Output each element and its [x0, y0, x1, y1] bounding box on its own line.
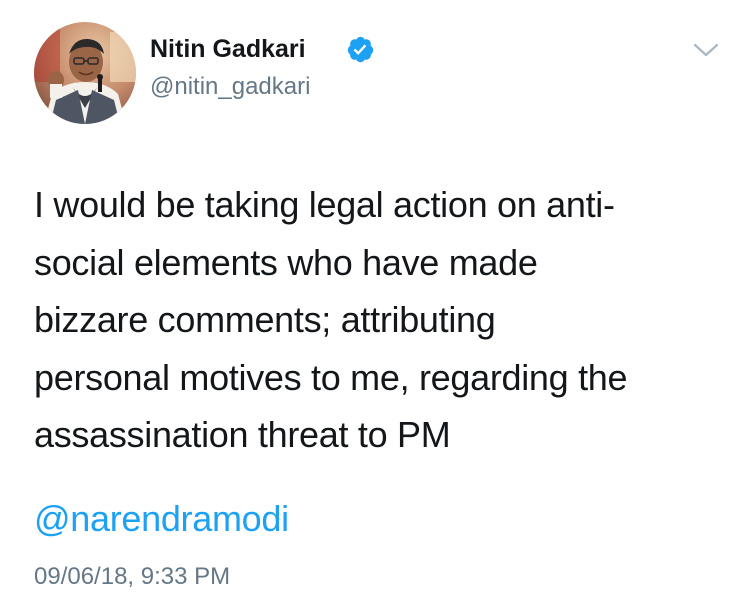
- tweet-card: Nitin Gadkari @nitin_gadkari I would be …: [0, 0, 744, 612]
- verified-badge-icon: [347, 36, 374, 63]
- tweet-text-line: assassination threat to PM: [34, 414, 451, 455]
- author-handle[interactable]: @nitin_gadkari: [150, 72, 310, 102]
- author-avatar[interactable]: [34, 22, 136, 124]
- chevron-down-icon[interactable]: [692, 40, 720, 60]
- tweet-text-line: I would be taking legal action on anti-: [34, 184, 615, 225]
- tweet-text: I would be taking legal action on anti- …: [34, 176, 724, 464]
- author-display-name[interactable]: Nitin Gadkari: [150, 34, 306, 64]
- tweet-text-line: bizzare comments; attributing: [34, 299, 496, 340]
- mention-link[interactable]: @narendramodi: [34, 490, 289, 548]
- avatar-photo: [34, 22, 136, 124]
- tweet-timestamp[interactable]: 09/06/18, 9:33 PM: [34, 562, 230, 592]
- tweet-text-line: social elements who have made: [34, 241, 538, 283]
- tweet-text-line: personal motives to me, regarding the: [34, 356, 628, 398]
